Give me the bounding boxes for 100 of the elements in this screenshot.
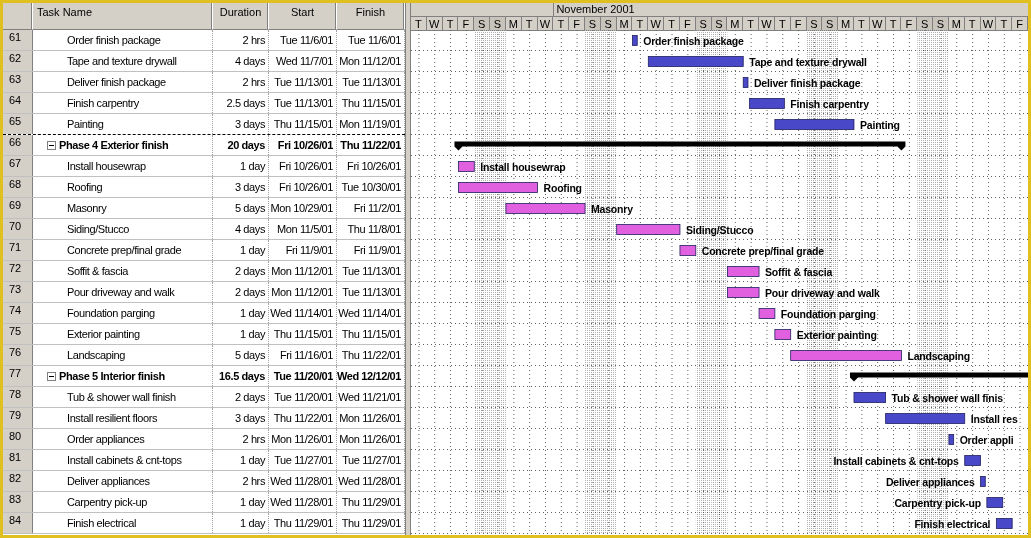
task-name: Landscaping bbox=[67, 349, 125, 361]
row-number: 82 bbox=[3, 471, 33, 491]
task-name: Exterior painting bbox=[67, 328, 140, 340]
duration-cell: 1 day bbox=[213, 240, 269, 260]
table-row[interactable]: 77 Phase 5 Interior finish 16.5 days Tue 11/20/01 Wed 12/12/01 bbox=[3, 366, 405, 387]
day-label: T bbox=[411, 17, 427, 31]
table-row[interactable]: 82 Deliver appliances 2 hrs Wed 11/28/01 Wed 11/28/01 bbox=[3, 471, 405, 492]
table-row[interactable]: 84 Finish electrical 1 day Thu 11/29/01 Thu 11/29/01 bbox=[3, 513, 405, 534]
start-cell: Fri 10/26/01 bbox=[269, 135, 337, 155]
task-bar[interactable] bbox=[986, 497, 1004, 508]
start-cell: Thu 11/15/01 bbox=[269, 324, 337, 344]
duration-cell: 5 days bbox=[213, 345, 269, 365]
start-cell: Thu 11/29/01 bbox=[269, 513, 337, 533]
duration-cell: 16.5 days bbox=[213, 366, 269, 386]
bar-label: Tub & shower wall finis bbox=[891, 391, 1003, 404]
table-row[interactable]: 71 Concrete prep/final grade 1 day Fri 11/9/01 Fri 11/9/01 bbox=[3, 240, 405, 261]
bar-label: Carpentry pick-up bbox=[894, 496, 981, 509]
table-row[interactable]: 76 Landscaping 5 days Fri 11/16/01 Thu 11/22/01 bbox=[3, 345, 405, 366]
column-header[interactable]: Duration bbox=[213, 3, 269, 30]
task-bar[interactable] bbox=[679, 245, 697, 256]
table-row[interactable]: 72 Soffit & fascia 2 days Mon 11/12/01 Tue 11/13/01 bbox=[3, 261, 405, 282]
table-row[interactable]: 65 Painting 3 days Thu 11/15/01 Mon 11/19/01 bbox=[3, 114, 405, 135]
duration-cell: 1 day bbox=[213, 156, 269, 176]
table-row[interactable]: 81 Install cabinets & cnt-tops 1 day Tue 11/27/01 Tue 11/27/01 bbox=[3, 450, 405, 471]
table-row[interactable]: 63 Deliver finish package 2 hrs Tue 11/13/01 Tue 11/13/01 bbox=[3, 72, 405, 93]
task-bar[interactable] bbox=[742, 77, 749, 88]
task-name: Concrete prep/final grade bbox=[67, 244, 182, 256]
day-label: T bbox=[996, 17, 1013, 31]
bar-label: Pour driveway and walk bbox=[765, 286, 880, 299]
task-name: Phase 4 Exterior finish bbox=[59, 139, 169, 151]
day-label: T bbox=[632, 17, 649, 31]
start-cell: Fri 11/16/01 bbox=[269, 345, 337, 365]
row-number: 63 bbox=[3, 72, 33, 92]
start-cell: Mon 11/26/01 bbox=[269, 429, 337, 449]
duration-cell: 1 day bbox=[213, 450, 269, 470]
bar-label: Painting bbox=[859, 118, 900, 131]
task-bar[interactable] bbox=[995, 518, 1013, 529]
day-label: F bbox=[569, 17, 585, 31]
start-cell: Mon 10/29/01 bbox=[269, 198, 337, 218]
day-label: S bbox=[585, 17, 601, 31]
column-header[interactable]: Start bbox=[269, 3, 337, 30]
duration-cell: 4 days bbox=[213, 219, 269, 239]
start-cell: Mon 11/5/01 bbox=[269, 219, 337, 239]
day-label: W bbox=[648, 17, 665, 31]
row-number: 78 bbox=[3, 387, 33, 407]
day-label: W bbox=[759, 17, 775, 31]
table-row[interactable]: 67 Install housewrap 1 day Fri 10/26/01 Fri 10/26/01 bbox=[3, 156, 405, 177]
table-row[interactable]: 64 Finish carpentry 2.5 days Tue 11/13/01 Thu 11/15/01 bbox=[3, 93, 405, 114]
column-header bbox=[3, 3, 33, 30]
table-row[interactable]: 61 Order finish package 2 hrs Tue 11/6/01 Tue 11/6/01 bbox=[3, 30, 405, 51]
collapse-icon[interactable] bbox=[47, 140, 56, 150]
task-name: Siding/Stucco bbox=[67, 223, 130, 235]
summary-bar[interactable] bbox=[849, 372, 1028, 382]
bar-label: Order appli bbox=[959, 433, 1014, 446]
task-bar[interactable] bbox=[774, 329, 792, 340]
start-cell: Fri 10/26/01 bbox=[269, 177, 337, 197]
start-cell: Tue 11/13/01 bbox=[269, 72, 337, 92]
task-name: Install housewrap bbox=[67, 160, 146, 172]
duration-cell: 2 hrs bbox=[213, 30, 269, 50]
table-row[interactable]: 80 Order appliances 2 hrs Mon 11/26/01 Mon 11/26/01 bbox=[3, 429, 405, 450]
duration-cell: 1 day bbox=[213, 492, 269, 512]
bar-label: Install cabinets & cnt-tops bbox=[833, 454, 959, 467]
column-header[interactable]: Task Name bbox=[33, 3, 213, 30]
bar-label: Masonry bbox=[591, 202, 633, 215]
duration-cell: 1 day bbox=[213, 513, 269, 533]
task-name: Install resilient floors bbox=[67, 412, 158, 424]
task-name: Foundation parging bbox=[67, 307, 155, 319]
summary-bar[interactable] bbox=[454, 141, 906, 151]
duration-cell: 4 days bbox=[213, 51, 269, 71]
table-row[interactable]: 62 Tape and texture drywall 4 days Wed 11/7/01 Mon 11/12/01 bbox=[3, 51, 405, 72]
table-row[interactable]: 75 Exterior painting 1 day Thu 11/15/01 Thu 11/15/01 bbox=[3, 324, 405, 345]
table-row[interactable]: 70 Siding/Stucco 4 days Mon 11/5/01 Thu 11/8/01 bbox=[3, 219, 405, 240]
table-row[interactable]: 68 Roofing 3 days Fri 10/26/01 Tue 10/30/01 bbox=[3, 177, 405, 198]
table-row[interactable]: 73 Pour driveway and walk 2 days Mon 11/12/01 Tue 11/13/01 bbox=[3, 282, 405, 303]
bar-label: Install housewrap bbox=[480, 160, 566, 173]
row-number: 77 bbox=[3, 366, 33, 386]
table-row[interactable]: 74 Foundation parging 1 day Wed 11/14/01 Wed 11/14/01 bbox=[3, 303, 405, 324]
day-label: S bbox=[474, 17, 491, 31]
table-row[interactable]: 66 Phase 4 Exterior finish 20 days Fri 10/26/01 Thu 11/22/01 bbox=[3, 135, 405, 156]
task-bar[interactable] bbox=[948, 434, 955, 445]
task-name: Masonry bbox=[67, 202, 107, 214]
table-row[interactable]: 78 Tub & shower wall finish 2 days Tue 11/20/01 Wed 11/21/01 bbox=[3, 387, 405, 408]
duration-cell: 3 days bbox=[213, 114, 269, 134]
day-label: S bbox=[933, 17, 949, 31]
start-cell: Fri 10/26/01 bbox=[269, 156, 337, 176]
column-header[interactable]: Finish bbox=[337, 3, 405, 30]
collapse-icon[interactable] bbox=[47, 371, 56, 381]
table-row[interactable]: 69 Masonry 5 days Mon 10/29/01 Fri 11/2/01 bbox=[3, 198, 405, 219]
bar-label: Foundation parging bbox=[780, 307, 876, 320]
day-label: T bbox=[664, 17, 680, 31]
start-cell: Wed 11/28/01 bbox=[269, 492, 337, 512]
duration-cell: 2 days bbox=[213, 261, 269, 281]
table-row[interactable]: 79 Install resilient floors 3 days Thu 11/22/01 Mon 11/26/01 bbox=[3, 408, 405, 429]
table-row[interactable]: 83 Carpentry pick-up 1 day Wed 11/28/01 Thu 11/29/01 bbox=[3, 492, 405, 513]
task-name: Deliver appliances bbox=[67, 475, 150, 487]
duration-cell: 2 hrs bbox=[213, 72, 269, 92]
task-bar[interactable] bbox=[758, 308, 776, 319]
task-name: Order finish package bbox=[67, 34, 161, 46]
day-label: T bbox=[743, 17, 760, 31]
task-name: Order appliances bbox=[67, 433, 145, 445]
